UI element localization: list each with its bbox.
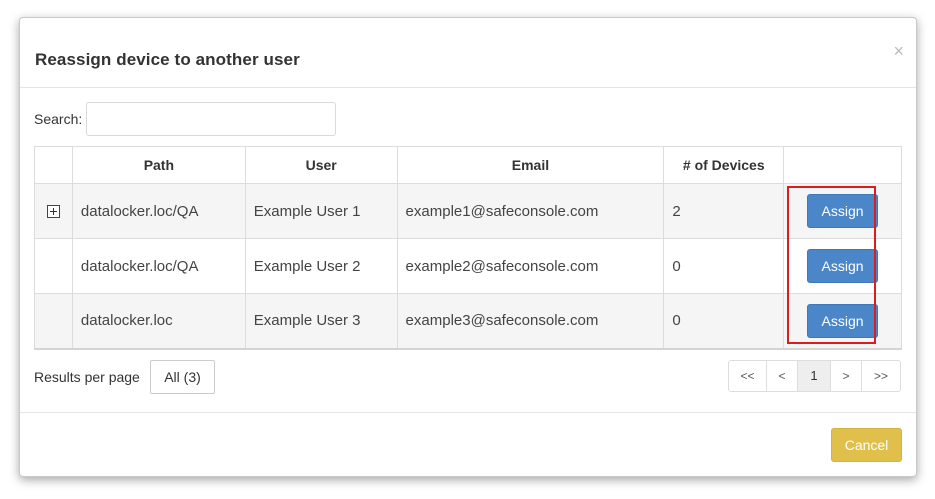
next-page-button[interactable]: > — [831, 361, 862, 391]
column-header-expand — [34, 146, 73, 184]
expand-plus-icon[interactable] — [46, 205, 60, 219]
prev-page-button[interactable]: < — [767, 361, 798, 391]
footer-divider — [20, 412, 916, 413]
path-cell: datalocker.loc/QA — [71, 238, 246, 294]
devices-cell: 0 — [663, 238, 785, 294]
path-cell: datalocker.loc — [71, 293, 246, 350]
column-header-path[interactable]: Path — [71, 146, 246, 184]
table-row: datalocker.loc/QA Example User 1 example… — [34, 183, 902, 239]
table-row: datalocker.loc Example User 3 example3@s… — [34, 293, 902, 350]
assign-button[interactable]: Assign — [807, 249, 879, 283]
devices-cell: 2 — [663, 183, 785, 239]
user-cell: Example User 2 — [244, 238, 398, 294]
column-header-email[interactable]: Email — [396, 146, 665, 184]
page-number-button[interactable]: 1 — [798, 361, 831, 391]
cancel-button[interactable]: Cancel — [831, 428, 902, 462]
results-per-page-select[interactable]: All (3) — [150, 360, 215, 394]
user-cell: Example User 1 — [244, 183, 398, 239]
assign-button[interactable]: Assign — [807, 194, 879, 228]
email-cell: example3@safeconsole.com — [396, 293, 665, 350]
email-cell: example2@safeconsole.com — [396, 238, 665, 294]
search-label: Search: — [34, 111, 83, 127]
column-header-user[interactable]: User — [244, 146, 398, 184]
expand-cell — [34, 238, 73, 294]
path-cell: datalocker.loc/QA — [71, 183, 246, 239]
email-cell: example1@safeconsole.com — [396, 183, 665, 239]
table-header-row: Path User Email # of Devices — [34, 146, 902, 184]
pagination: << < 1 > >> — [728, 360, 901, 392]
users-table: Path User Email # of Devices datalocker.… — [34, 146, 902, 350]
results-per-page-label: Results per page — [34, 369, 140, 385]
expand-cell — [34, 293, 73, 350]
dialog-title: Reassign device to another user — [35, 50, 300, 69]
action-cell: Assign — [783, 293, 902, 350]
dialog-header: Reassign device to another user × — [20, 18, 916, 88]
column-header-devices[interactable]: # of Devices — [663, 146, 785, 184]
last-page-button[interactable]: >> — [862, 361, 900, 391]
column-header-action — [783, 146, 902, 184]
close-icon[interactable]: × — [893, 42, 904, 60]
user-cell: Example User 3 — [244, 293, 398, 350]
search-input[interactable] — [86, 102, 337, 136]
table-footer: Results per page All (3) << < 1 > >> — [34, 360, 901, 394]
action-cell: Assign — [783, 238, 902, 294]
devices-cell: 0 — [663, 293, 785, 350]
expand-cell — [34, 183, 73, 239]
assign-button[interactable]: Assign — [807, 303, 879, 338]
action-cell: Assign — [783, 183, 902, 239]
first-page-button[interactable]: << — [729, 361, 767, 391]
search-row: Search: — [34, 102, 337, 136]
table-row: datalocker.loc/QA Example User 2 example… — [34, 238, 902, 294]
